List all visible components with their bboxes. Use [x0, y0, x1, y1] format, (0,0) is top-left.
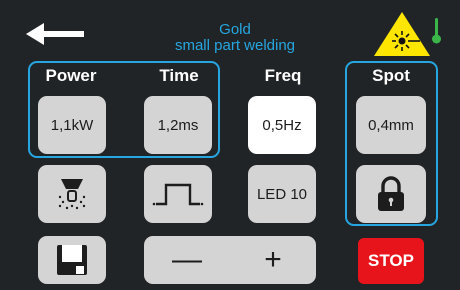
plus-button[interactable]: + — [243, 243, 303, 277]
power-label: Power — [45, 66, 97, 85]
freq-label: Freq — [264, 66, 302, 85]
save-icon — [57, 245, 87, 275]
led-button[interactable]: LED 10 — [248, 165, 316, 223]
arrow-left-icon — [26, 23, 84, 45]
page-title: Gold small part welding — [150, 22, 320, 54]
back-button[interactable] — [22, 18, 90, 50]
time-label: Time — [159, 66, 199, 85]
pulse-shape-icon — [152, 183, 204, 206]
spot-label: Spot — [372, 66, 410, 85]
power-value-button[interactable]: 1,1kW — [38, 96, 106, 154]
pulse-shape-button[interactable] — [144, 165, 212, 223]
lock-button[interactable] — [356, 165, 426, 223]
freq-value-button[interactable]: 0,5Hz — [248, 96, 316, 154]
thermometer-icon — [430, 16, 442, 46]
gas-nozzle-button[interactable] — [38, 165, 106, 223]
title-line-1: Gold — [219, 21, 251, 38]
save-button[interactable] — [38, 236, 106, 284]
laser-warning-icon — [372, 10, 432, 58]
spot-value-button[interactable]: 0,4mm — [356, 96, 426, 154]
lock-icon — [378, 176, 404, 211]
stop-button[interactable]: STOP — [358, 238, 424, 284]
time-value-button[interactable]: 1,2ms — [144, 96, 212, 154]
gas-nozzle-icon — [58, 179, 86, 210]
title-line-2: small part welding — [174, 37, 296, 54]
minus-button[interactable]: — — [157, 243, 217, 277]
minus-plus-bar: — + — [144, 236, 316, 284]
